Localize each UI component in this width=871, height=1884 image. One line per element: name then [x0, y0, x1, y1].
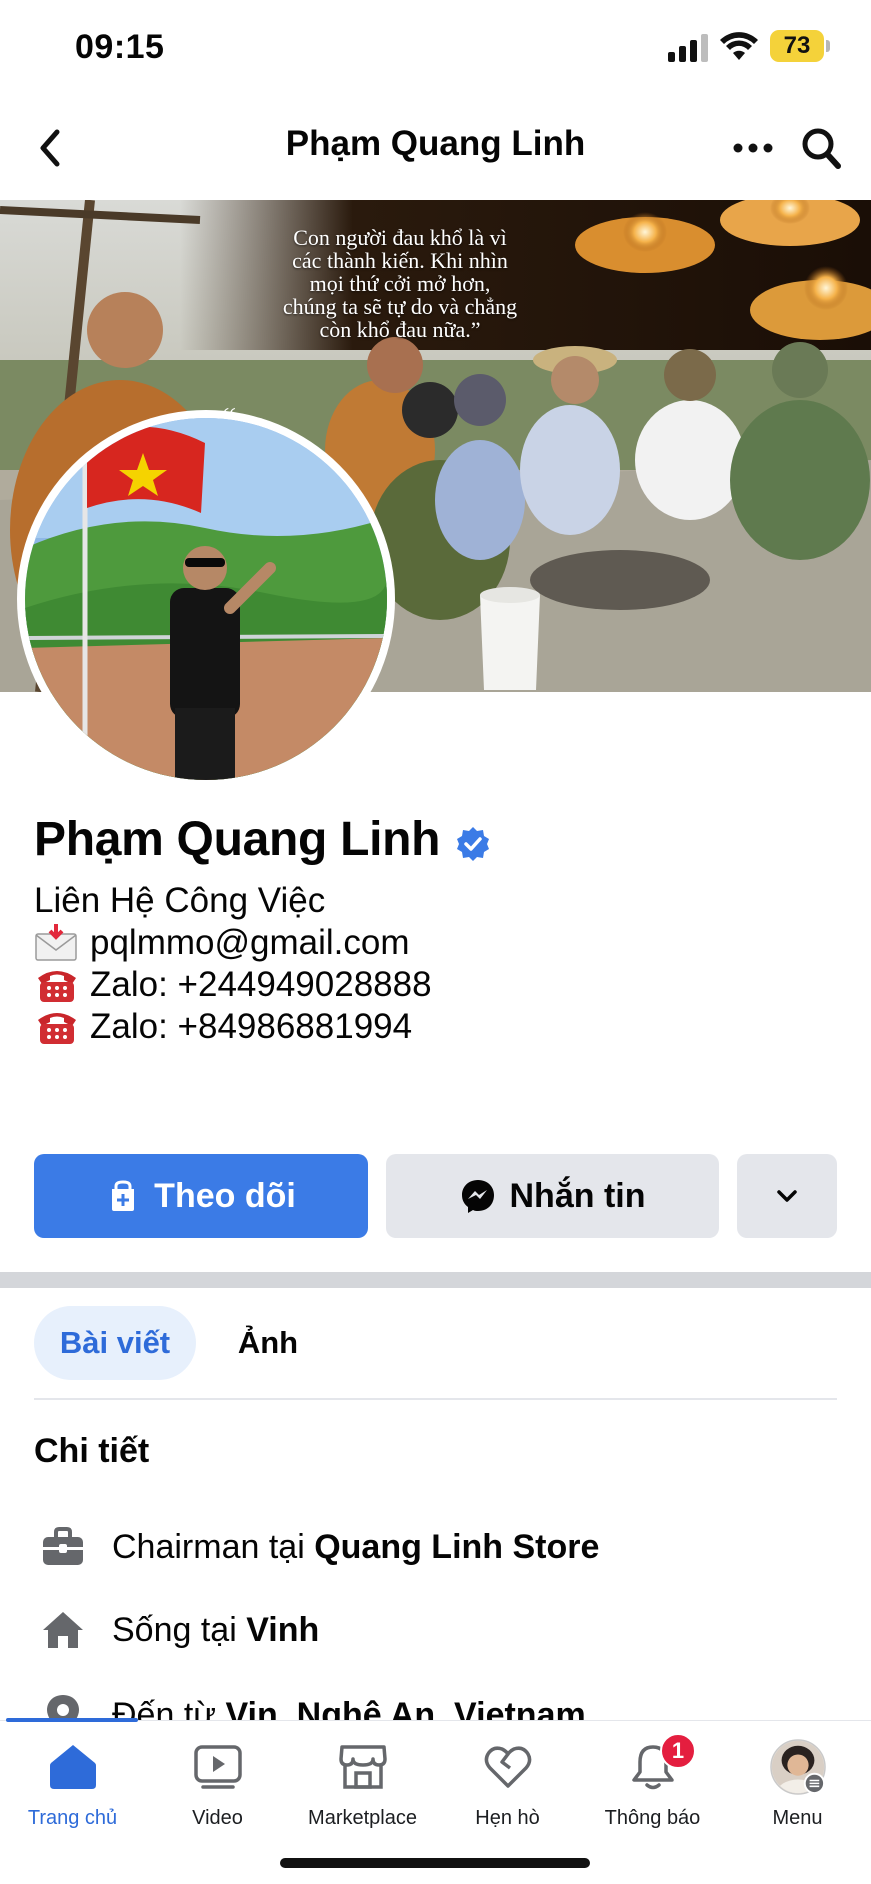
- bio-line: Zalo: +244949028888: [34, 964, 432, 1006]
- cover-quote-line: Con người đau khổ là vì: [293, 225, 507, 250]
- detail-from-place[interactable]: Vin, Nghệ An, Vietnam: [225, 1696, 585, 1721]
- detail-lives-prefix: Sống tại: [112, 1610, 247, 1649]
- heart-icon: [480, 1739, 536, 1795]
- location-pin-icon: [38, 1693, 88, 1720]
- status-bar: 09:15 73: [0, 0, 871, 96]
- details-title: Chi tiết: [34, 1432, 150, 1470]
- more-options-button[interactable]: [726, 122, 780, 174]
- search-button[interactable]: [796, 120, 846, 176]
- nav-menu[interactable]: Menu: [725, 1739, 870, 1839]
- nav-notifications[interactable]: 1 Thông báo: [580, 1733, 725, 1839]
- nav-dating-label: Hẹn hò: [475, 1807, 540, 1829]
- cover-quote: Con người đau khổ là vì các thành kiến. …: [215, 226, 585, 341]
- battery-nub: [826, 40, 830, 52]
- wifi-icon: [720, 32, 758, 60]
- bio-phone[interactable]: Zalo: +84986881994: [90, 1006, 412, 1048]
- profile-header: Phạm Quang Linh: [0, 96, 871, 200]
- verified-badge-icon: [457, 827, 489, 861]
- battery-indicator: 73: [770, 30, 824, 62]
- avatar-menu-icon: [769, 1739, 826, 1795]
- video-icon: [190, 1739, 246, 1795]
- nav-active-indicator: [6, 1718, 138, 1722]
- follow-label: Theo dõi: [154, 1176, 296, 1215]
- detail-from-clip: Đến từ Vin, Nghệ An, Vietnam: [0, 1690, 871, 1720]
- nav-video[interactable]: Video: [145, 1739, 290, 1839]
- marketplace-icon: [335, 1739, 391, 1795]
- nav-menu-label: Menu: [772, 1807, 823, 1829]
- bio-line: pqlmmo@gmail.com: [34, 922, 432, 964]
- cover-quote-line: các thành kiến. Khi nhìn: [292, 248, 508, 273]
- cover-quote-line: chúng ta sẽ tự do và chẳng: [282, 294, 518, 319]
- cover-quote-line: mọi thứ cởi mở hơn,: [309, 271, 491, 296]
- nav-notifications-label: Thông báo: [604, 1807, 701, 1829]
- bio-email[interactable]: pqlmmo@gmail.com: [90, 922, 410, 964]
- tabs-divider: [34, 1398, 837, 1400]
- cover-quote-line: còn khổ đau nữa.”: [319, 317, 481, 342]
- home-icon: [45, 1739, 101, 1795]
- detail-lives-place[interactable]: Vinh: [246, 1611, 319, 1650]
- bio-phone[interactable]: Zalo: +244949028888: [90, 964, 432, 1006]
- chevron-down-icon: [777, 1190, 797, 1202]
- more-horizontal-icon: [733, 143, 773, 153]
- follow-button[interactable]: Theo dõi: [34, 1154, 368, 1238]
- nav-dating[interactable]: Hẹn hò: [435, 1739, 580, 1839]
- cellular-signal-icon: [668, 34, 708, 62]
- detail-from: Đến từ Vin, Nghệ An, Vietnam: [38, 1690, 586, 1720]
- nav-home[interactable]: Trang chủ: [0, 1739, 145, 1839]
- avatar-image: [25, 418, 387, 780]
- nav-marketplace-label: Marketplace: [308, 1807, 417, 1829]
- nav-video-label: Video: [192, 1807, 243, 1829]
- telephone-icon: [38, 1013, 76, 1044]
- search-icon: [802, 128, 841, 169]
- tab-photos[interactable]: Ảnh: [226, 1306, 310, 1380]
- message-label: Nhắn tin: [509, 1176, 646, 1215]
- notification-badge: 1: [660, 1733, 696, 1769]
- detail-work-place[interactable]: Quang Linh Store: [314, 1528, 599, 1567]
- profile-name: Phạm Quang Linh: [34, 813, 441, 866]
- follow-icon: [106, 1179, 140, 1213]
- status-time: 09:15: [75, 28, 165, 66]
- message-button[interactable]: Nhắn tin: [386, 1154, 719, 1238]
- more-actions-button[interactable]: [737, 1154, 837, 1238]
- profile-bio: Liên Hệ Công Việc pqlmmo@gmail.com Zalo:…: [34, 880, 432, 1048]
- bio-line: Zalo: +84986881994: [34, 1006, 432, 1048]
- messenger-icon: [460, 1178, 496, 1214]
- detail-lives-in: Sống tại Vinh: [38, 1605, 319, 1655]
- telephone-icon: [38, 971, 76, 1002]
- detail-work-prefix: Chairman tại: [112, 1527, 315, 1566]
- section-divider: [0, 1272, 871, 1288]
- tab-posts[interactable]: Bài viết: [34, 1306, 196, 1380]
- nav-home-label: Trang chủ: [27, 1807, 118, 1829]
- profile-avatar[interactable]: [25, 418, 387, 780]
- bio-text: Liên Hệ Công Việc: [34, 881, 326, 920]
- home-indicator: [280, 1858, 590, 1868]
- house-icon: [38, 1608, 88, 1652]
- detail-work: Chairman tại Quang Linh Store: [38, 1522, 599, 1572]
- envelope-icon: [35, 924, 77, 961]
- nav-marketplace[interactable]: Marketplace: [290, 1739, 435, 1839]
- briefcase-icon: [38, 1525, 88, 1569]
- detail-from-prefix: Đến từ: [112, 1695, 226, 1721]
- bio-line: Liên Hệ Công Việc: [34, 880, 432, 922]
